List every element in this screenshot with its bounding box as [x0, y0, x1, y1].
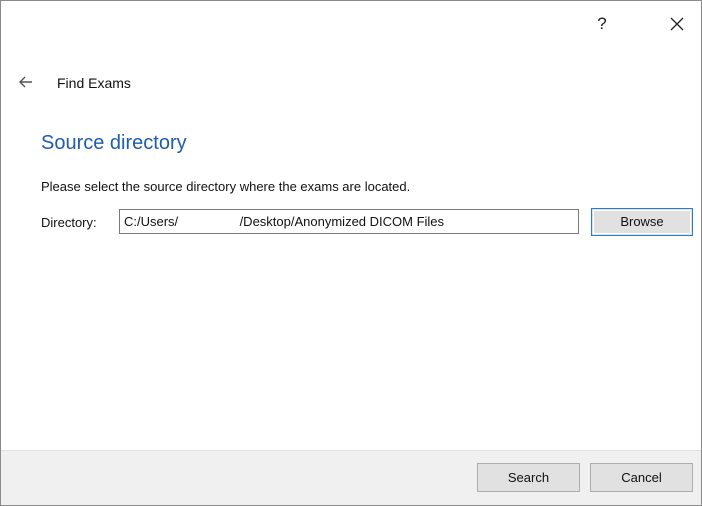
- wizard-nav: Find Exams: [1, 67, 701, 97]
- dialog-footer: Search Cancel: [1, 450, 701, 505]
- directory-label: Directory:: [41, 215, 97, 230]
- title-bar: ?: [1, 1, 701, 47]
- browse-button[interactable]: Browse: [591, 208, 693, 236]
- search-button[interactable]: Search: [477, 463, 580, 492]
- instruction-text: Please select the source directory where…: [41, 179, 411, 194]
- back-button[interactable]: [13, 69, 39, 95]
- find-exams-dialog: ? Find Exams Source directory Please sel…: [0, 0, 702, 506]
- directory-input[interactable]: [119, 209, 579, 234]
- section-heading: Source directory: [41, 132, 187, 154]
- wizard-title: Find Exams: [57, 75, 131, 91]
- close-icon: [670, 17, 684, 31]
- help-button[interactable]: ?: [587, 11, 617, 37]
- cancel-button[interactable]: Cancel: [590, 463, 693, 492]
- back-arrow-icon: [19, 76, 32, 88]
- close-button[interactable]: [661, 9, 693, 39]
